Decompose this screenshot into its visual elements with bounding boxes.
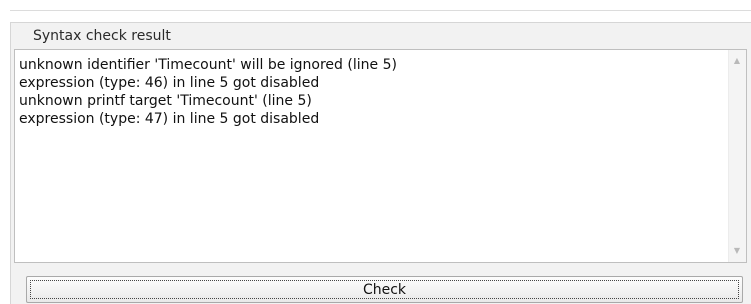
result-line: expression (type: 46) in line 5 got disa… — [19, 75, 320, 91]
syntax-result-textbox[interactable]: unknown identifier 'Timecount' will be i… — [14, 49, 747, 263]
scroll-up-icon[interactable]: ▲ — [732, 56, 742, 66]
result-line: expression (type: 47) in line 5 got disa… — [19, 111, 320, 127]
scroll-down-icon[interactable]: ▼ — [732, 246, 742, 256]
result-line: unknown printf target 'Timecount' (line … — [19, 93, 312, 109]
result-lines: unknown identifier 'Timecount' will be i… — [19, 56, 397, 128]
syntax-check-group: Syntax check result unknown identifier '… — [10, 22, 751, 304]
group-title: Syntax check result — [33, 28, 171, 44]
syntax-check-window: Syntax check result unknown identifier '… — [0, 0, 751, 304]
check-button-label: Check — [362, 282, 407, 298]
vertical-scrollbar[interactable]: ▲ ▼ — [728, 50, 746, 262]
result-line: unknown identifier 'Timecount' will be i… — [19, 57, 397, 73]
check-button[interactable]: Check — [26, 276, 743, 303]
top-divider — [10, 10, 751, 11]
